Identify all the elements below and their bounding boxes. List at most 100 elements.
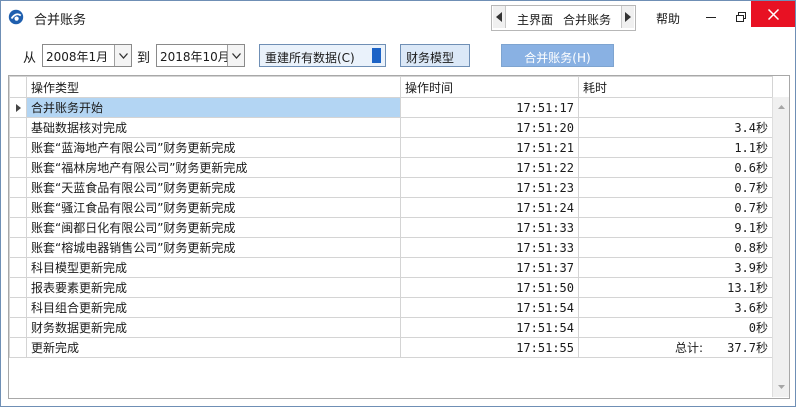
nav-main-link[interactable]: 主界面 — [517, 11, 553, 28]
from-dropdown-button[interactable] — [114, 45, 131, 66]
table-row[interactable]: 账套“天蓝食品有限公司”财务更新完成 17:51:23 0.7秒 — [9, 177, 773, 198]
cell-duration[interactable]: 9.1秒 — [578, 217, 773, 238]
cell-duration[interactable]: 0.6秒 — [578, 157, 773, 178]
column-header-operation-type[interactable]: 操作类型 — [26, 76, 401, 98]
cell-duration[interactable]: 0.8秒 — [578, 237, 773, 258]
rebuild-all-data-label: 重建所有数据(C) — [265, 51, 355, 65]
table-row[interactable]: 账套“蓝海地产有限公司”财务更新完成 17:51:21 1.1秒 — [9, 137, 773, 158]
row-header[interactable] — [9, 277, 27, 298]
cell-operation-time[interactable]: 17:51:17 — [400, 97, 579, 118]
to-label: 到 — [137, 51, 151, 66]
cell-operation-type[interactable]: 合并账务开始 — [26, 97, 401, 118]
table-row[interactable]: 科目组合更新完成 17:51:54 3.6秒 — [9, 297, 773, 318]
row-header[interactable] — [9, 117, 27, 138]
cell-duration[interactable]: 0秒 — [578, 317, 773, 338]
cell-operation-time[interactable]: 17:51:23 — [400, 177, 579, 198]
arrow-left-icon — [496, 12, 502, 22]
nav-back-button[interactable] — [493, 6, 506, 28]
cell-operation-type[interactable]: 账套“闽都日化有限公司”财务更新完成 — [26, 217, 401, 238]
cell-duration[interactable]: 0.7秒 — [578, 177, 773, 198]
minimize-icon — [706, 17, 716, 18]
cell-operation-time[interactable]: 17:51:37 — [400, 257, 579, 278]
help-link[interactable]: 帮助 — [656, 10, 680, 27]
close-button[interactable] — [751, 1, 795, 27]
row-header[interactable] — [9, 317, 27, 338]
from-month-select[interactable]: 2008年1月 — [42, 44, 132, 67]
app-logo-icon — [8, 9, 24, 25]
table-row[interactable]: 基础数据核对完成 17:51:20 3.4秒 — [9, 117, 773, 138]
row-header[interactable] — [9, 197, 27, 218]
to-month-value: 2018年10月 — [160, 50, 230, 64]
close-icon — [767, 8, 779, 20]
scroll-up-button[interactable] — [773, 99, 789, 115]
row-header[interactable] — [9, 297, 27, 318]
toolbar: 从 2008年1月 到 2018年10月 重建所有数据(C) 财务模型 合并账务… — [1, 33, 795, 73]
scroll-down-button[interactable] — [773, 379, 789, 395]
table-row[interactable]: 报表要素更新完成 17:51:50 13.1秒 — [9, 277, 773, 298]
cell-duration[interactable] — [578, 97, 773, 118]
cell-duration[interactable]: 3.9秒 — [578, 257, 773, 278]
cell-operation-type[interactable]: 账套“天蓝食品有限公司”财务更新完成 — [26, 177, 401, 198]
table-row[interactable]: 账套“榕城电器销售公司”财务更新完成 17:51:33 0.8秒 — [9, 237, 773, 258]
table-row[interactable]: 账套“闽都日化有限公司”财务更新完成 17:51:33 9.1秒 — [9, 217, 773, 238]
cell-operation-type[interactable]: 报表要素更新完成 — [26, 277, 401, 298]
row-header[interactable] — [9, 97, 27, 118]
total-label: 总计: — [675, 341, 704, 355]
cell-duration[interactable]: 总计: 37.7秒 — [578, 337, 773, 358]
title-bar: 合并账务 主界面 合并账务 帮助 — [1, 1, 795, 33]
table-row[interactable]: 账套“福林房地产有限公司”财务更新完成 17:51:22 0.6秒 — [9, 157, 773, 178]
rebuild-all-data-button[interactable]: 重建所有数据(C) — [259, 44, 386, 67]
row-header[interactable] — [9, 237, 27, 258]
row-header[interactable] — [9, 157, 27, 178]
cell-operation-time[interactable]: 17:51:33 — [400, 237, 579, 258]
merge-accounts-button[interactable]: 合并账务(H) — [501, 44, 614, 67]
arrow-right-icon — [625, 12, 631, 22]
cell-duration[interactable]: 1.1秒 — [578, 137, 773, 158]
cell-duration[interactable]: 0.7秒 — [578, 197, 773, 218]
cell-operation-time[interactable]: 17:51:55 — [400, 337, 579, 358]
table-row[interactable]: 账套“骚江食品有限公司”财务更新完成 17:51:24 0.7秒 — [9, 197, 773, 218]
cell-operation-type[interactable]: 账套“榕城电器销售公司”财务更新完成 — [26, 237, 401, 258]
cell-operation-time[interactable]: 17:51:20 — [400, 117, 579, 138]
cell-operation-time[interactable]: 17:51:33 — [400, 217, 579, 238]
cell-duration[interactable]: 3.4秒 — [578, 117, 773, 138]
table-row[interactable]: 合并账务开始 17:51:17 — [9, 97, 773, 118]
row-header[interactable] — [9, 217, 27, 238]
to-month-select[interactable]: 2018年10月 — [156, 44, 245, 67]
cell-operation-time[interactable]: 17:51:54 — [400, 317, 579, 338]
row-header[interactable] — [9, 177, 27, 198]
column-header-operation-time[interactable]: 操作时间 — [400, 76, 579, 98]
to-dropdown-button[interactable] — [227, 45, 244, 66]
main-window: 合并账务 主界面 合并账务 帮助 从 2008年1月 到 2018年10月 重建… — [0, 0, 796, 407]
minimize-button[interactable] — [696, 1, 726, 33]
current-row-pointer-icon — [15, 104, 21, 112]
table-row[interactable]: 财务数据更新完成 17:51:54 0秒 — [9, 317, 773, 338]
cell-operation-type[interactable]: 科目模型更新完成 — [26, 257, 401, 278]
row-header[interactable] — [9, 257, 27, 278]
cell-operation-time[interactable]: 17:51:50 — [400, 277, 579, 298]
cell-operation-time[interactable]: 17:51:22 — [400, 157, 579, 178]
cell-duration[interactable]: 13.1秒 — [578, 277, 773, 298]
cell-operation-type[interactable]: 账套“骚江食品有限公司”财务更新完成 — [26, 197, 401, 218]
chevron-down-icon — [118, 52, 128, 59]
cell-operation-type[interactable]: 基础数据核对完成 — [26, 117, 401, 138]
cell-operation-time[interactable]: 17:51:54 — [400, 297, 579, 318]
vertical-scrollbar[interactable] — [772, 97, 789, 397]
row-header[interactable] — [9, 337, 27, 358]
cell-duration[interactable]: 3.6秒 — [578, 297, 773, 318]
row-header[interactable] — [9, 137, 27, 158]
column-header-duration[interactable]: 耗时 — [578, 76, 773, 98]
finance-model-button[interactable]: 财务模型 — [400, 44, 470, 67]
nav-forward-button[interactable] — [621, 6, 634, 28]
cell-operation-type[interactable]: 账套“福林房地产有限公司”财务更新完成 — [26, 157, 401, 178]
cell-operation-time[interactable]: 17:51:21 — [400, 137, 579, 158]
table-row[interactable]: 更新完成 17:51:55 总计: 37.7秒 — [9, 337, 773, 358]
restore-icon — [736, 12, 746, 22]
table-row[interactable]: 科目模型更新完成 17:51:37 3.9秒 — [9, 257, 773, 278]
cell-operation-type[interactable]: 科目组合更新完成 — [26, 297, 401, 318]
navigation-bar: 主界面 合并账务 — [491, 5, 636, 31]
cell-operation-type[interactable]: 账套“蓝海地产有限公司”财务更新完成 — [26, 137, 401, 158]
cell-operation-type[interactable]: 财务数据更新完成 — [26, 317, 401, 338]
cell-operation-time[interactable]: 17:51:24 — [400, 197, 579, 218]
cell-operation-type[interactable]: 更新完成 — [26, 337, 401, 358]
